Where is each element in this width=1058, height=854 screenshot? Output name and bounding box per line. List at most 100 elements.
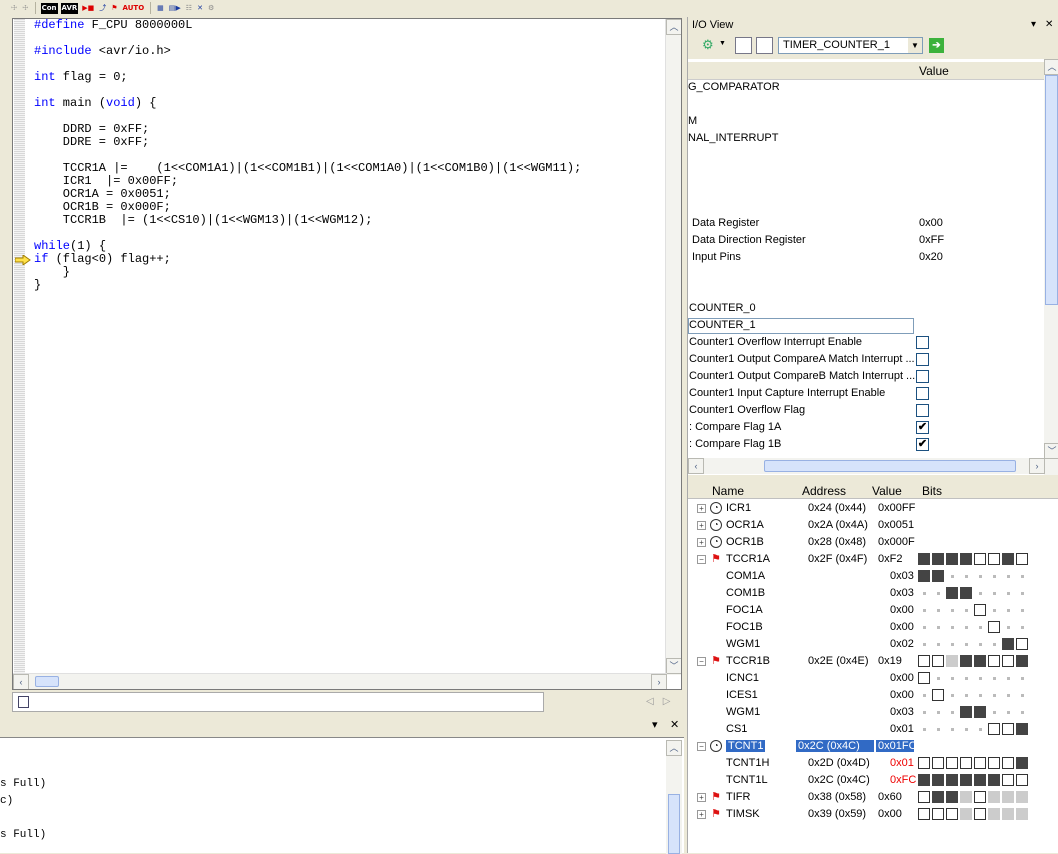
bit-cell[interactable] — [946, 587, 958, 599]
bit-cell[interactable] — [974, 638, 986, 650]
bit-cell[interactable] — [1016, 689, 1028, 701]
register-bits[interactable] — [918, 604, 1028, 616]
scroll-right-button[interactable]: › — [651, 674, 667, 689]
editor-horizontal-scrollbar[interactable]: ‹ › — [13, 673, 667, 689]
bit-cell[interactable] — [932, 553, 944, 565]
step-icon[interactable]: ⤴ — [98, 3, 107, 14]
bit-cell[interactable] — [1002, 570, 1014, 582]
bit-cell[interactable] — [1016, 757, 1028, 769]
property-row[interactable]: Counter1 Output CompareA Match Interrupt… — [689, 353, 915, 365]
code-line[interactable]: #include <avr/io.h> — [34, 45, 581, 58]
bit-cell[interactable] — [946, 689, 958, 701]
table-row[interactable]: + ⚑ TIMSK 0x39 (0x59) 0x00 — [688, 806, 1058, 823]
bit-cell[interactable] — [918, 672, 930, 684]
code-line[interactable]: TCCR1B |= (1<<CS10)|(1<<WGM13)|(1<<WGM12… — [34, 214, 581, 227]
bit-cell[interactable] — [946, 757, 958, 769]
table-row[interactable]: + ◔ OCR1A 0x2A (0x4A) 0x0051 — [688, 517, 1058, 534]
register-bits[interactable] — [918, 808, 1028, 820]
flag-icon[interactable]: ⚑ — [110, 3, 118, 14]
bit-cell[interactable] — [1016, 587, 1028, 599]
expand-toggle[interactable]: − — [697, 657, 706, 666]
bit-cell[interactable] — [946, 553, 958, 565]
auto-icon[interactable]: AUTO — [122, 3, 146, 14]
table-row[interactable]: FOC1A 0x00 — [688, 602, 1058, 619]
table-row[interactable]: − ◔ TCNT1 0x2C (0x4C) 0x01FC — [688, 738, 1058, 755]
bit-cell[interactable] — [1016, 706, 1028, 718]
tree-view-button[interactable] — [735, 37, 752, 54]
grid-icon[interactable]: ▦ — [156, 3, 165, 14]
bit-cell[interactable] — [974, 672, 986, 684]
bit-cell[interactable] — [960, 604, 972, 616]
property-row[interactable]: COUNTER_0 — [689, 302, 756, 314]
bit-cell[interactable] — [1002, 774, 1014, 786]
register-value[interactable]: 0x00 — [878, 808, 902, 820]
bit-cell[interactable] — [1002, 757, 1014, 769]
bit-cell[interactable] — [1002, 553, 1014, 565]
table-row[interactable]: + ⚑ TIFR 0x38 (0x58) 0x60 — [688, 789, 1058, 806]
bit-cell[interactable] — [960, 723, 972, 735]
bit-cell[interactable] — [988, 689, 1000, 701]
pin-icon[interactable]: ☩ — [21, 3, 29, 14]
bit-cell[interactable] — [932, 689, 944, 701]
bit-cell[interactable] — [946, 723, 958, 735]
register-value[interactable]: 0x02 — [890, 638, 914, 650]
bit-cell[interactable] — [974, 774, 986, 786]
bit-cell[interactable] — [932, 570, 944, 582]
code-line[interactable]: DDRE = 0xFF; — [34, 136, 581, 149]
bit-cell[interactable] — [960, 757, 972, 769]
bits-column-header[interactable]: Bits — [922, 484, 942, 498]
bit-cell[interactable] — [988, 587, 1000, 599]
bit-cell[interactable] — [974, 689, 986, 701]
bit-cell[interactable] — [988, 757, 1000, 769]
bit-cell[interactable] — [946, 706, 958, 718]
property-checkbox[interactable]: ✔ — [916, 438, 929, 451]
bit-cell[interactable] — [1016, 672, 1028, 684]
bit-cell[interactable] — [960, 689, 972, 701]
bit-cell[interactable] — [932, 621, 944, 633]
property-row[interactable]: Data Direction Register — [692, 234, 806, 246]
bit-cell[interactable] — [974, 723, 986, 735]
bit-cell[interactable] — [1002, 621, 1014, 633]
bit-cell[interactable] — [946, 570, 958, 582]
scroll-thumb[interactable] — [35, 676, 59, 687]
chevron-down-icon[interactable]: ▼ — [719, 40, 726, 47]
code-line[interactable]: int flag = 0; — [34, 71, 581, 84]
table-row[interactable]: WGM1 0x02 — [688, 636, 1058, 653]
table-row[interactable]: FOC1B 0x00 — [688, 619, 1058, 636]
property-row[interactable]: : Compare Flag 1A — [689, 421, 781, 433]
register-value[interactable]: 0xFC — [890, 774, 916, 786]
tab-nav-buttons[interactable]: ◁▷ — [646, 696, 679, 707]
bit-cell[interactable] — [918, 553, 930, 565]
register-value[interactable]: 0x00FF — [878, 502, 915, 514]
properties-vertical-scrollbar[interactable]: ︿ ﹀ — [1044, 59, 1058, 475]
bit-cell[interactable] — [946, 604, 958, 616]
bit-cell[interactable] — [918, 570, 930, 582]
table-row[interactable]: WGM1 0x03 — [688, 704, 1058, 721]
bit-cell[interactable] — [988, 774, 1000, 786]
bit-cell[interactable] — [974, 757, 986, 769]
bit-cell[interactable] — [960, 774, 972, 786]
code-line[interactable]: } — [34, 279, 581, 292]
register-value[interactable]: 0x03 — [890, 706, 914, 718]
bit-cell[interactable] — [988, 553, 1000, 565]
bit-cell[interactable] — [946, 621, 958, 633]
register-bits[interactable] — [918, 723, 1028, 735]
bit-cell[interactable] — [1002, 672, 1014, 684]
bit-cell[interactable] — [960, 638, 972, 650]
bit-cell[interactable] — [1016, 604, 1028, 616]
bit-cell[interactable] — [1002, 689, 1014, 701]
bit-cell[interactable] — [1016, 808, 1028, 820]
register-bits[interactable] — [918, 655, 1028, 667]
close-icon[interactable]: ✕ — [196, 3, 204, 14]
register-bits[interactable] — [918, 672, 1028, 684]
bit-cell[interactable] — [988, 570, 1000, 582]
bit-cell[interactable] — [1002, 808, 1014, 820]
property-row[interactable]: COUNTER_1 — [689, 319, 756, 331]
code-line[interactable]: int main (void) { — [34, 97, 581, 110]
bit-cell[interactable] — [974, 587, 986, 599]
bit-cell[interactable] — [946, 774, 958, 786]
bit-cell[interactable] — [960, 570, 972, 582]
bit-cell[interactable] — [918, 689, 930, 701]
bit-cell[interactable] — [988, 638, 1000, 650]
con-icon[interactable]: Con — [40, 2, 58, 14]
